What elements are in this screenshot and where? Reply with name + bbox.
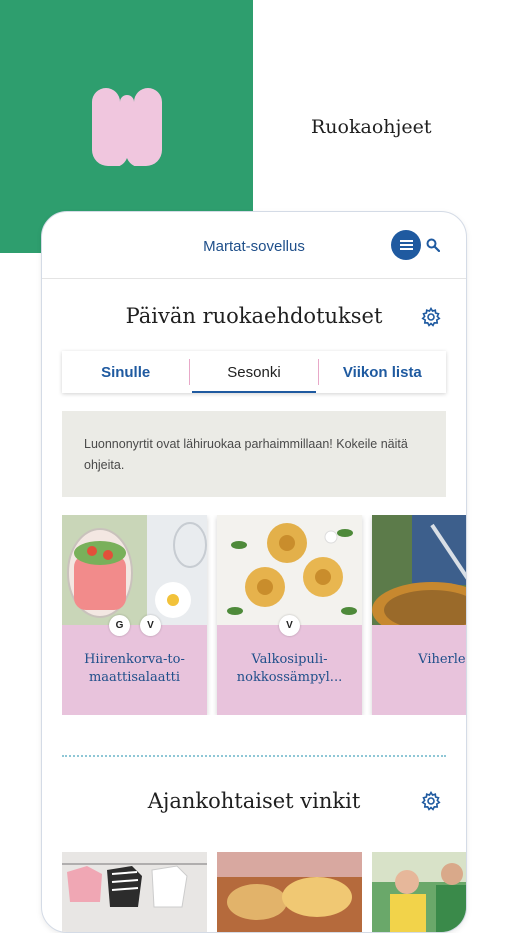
recipe-image — [372, 515, 466, 638]
app-header: Martat-sovellus — [42, 212, 466, 279]
vegetarian-badge: V — [140, 615, 161, 636]
tip-image[interactable] — [372, 852, 466, 932]
recipe-carousel: G V Hiirenkorva-to-maattisalaatti V Valk… — [62, 515, 466, 715]
martat-logo — [92, 88, 162, 166]
tab-viikon-lista[interactable]: Viikon lista — [319, 351, 446, 393]
suggestion-tabs: Sinulle Sesonki Viikon lista — [62, 351, 446, 393]
recipe-title: Valkosipuli-nokkossämpyl... — [236, 652, 343, 685]
recipe-card[interactable]: G V Hiirenkorva-to-maattisalaatti — [62, 515, 207, 715]
tips-carousel — [62, 852, 466, 932]
section-title-tips: Ajankohtaiset vinkit — [147, 789, 361, 813]
tab-sesonki[interactable]: Sesonki — [190, 351, 317, 393]
section-title-suggestions: Päivän ruokaehdotukset — [125, 304, 383, 328]
recipe-image — [217, 515, 362, 625]
recipe-card[interactable]: V Valkosipuli-nokkossämpyl... — [217, 515, 362, 715]
gear-icon[interactable] — [421, 307, 441, 327]
recipe-title: Hiirenkorva-to-maattisalaatti — [84, 652, 185, 685]
gear-icon[interactable] — [421, 791, 441, 811]
recipe-card[interactable]: Viherlet — [372, 515, 466, 715]
promo-title: Ruokaohjeet — [311, 116, 432, 138]
phone-frame: Martat-sovellus Päivän ruokaehdotukset S… — [41, 211, 467, 933]
recipe-title: Viherlet — [418, 652, 466, 667]
recipe-image — [62, 515, 207, 625]
tip-image[interactable] — [62, 852, 207, 932]
menu-icon — [399, 240, 413, 250]
tip-image[interactable] — [217, 852, 362, 932]
seasonal-note: Luonnonyrtit ovat lähiruokaa parhaimmill… — [62, 411, 446, 497]
tab-sinulle[interactable]: Sinulle — [62, 351, 189, 393]
gluten-free-badge: G — [109, 615, 130, 636]
search-icon[interactable] — [426, 238, 440, 252]
section-divider — [62, 755, 446, 757]
menu-button[interactable] — [391, 230, 421, 260]
vegetarian-badge: V — [279, 615, 300, 636]
